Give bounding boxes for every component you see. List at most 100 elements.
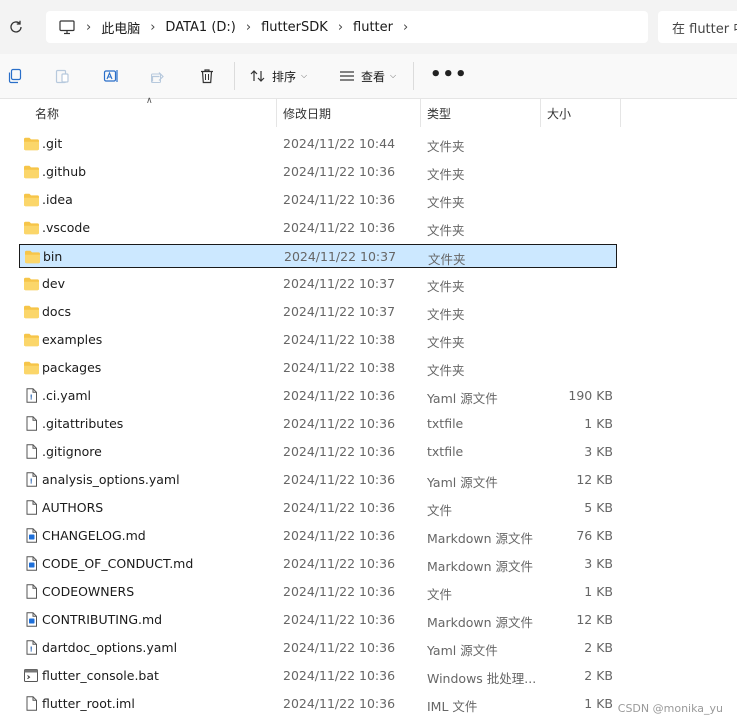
file-row[interactable]: packages 2024/11/22 10:38 文件夹	[19, 356, 617, 380]
file-row[interactable]: .git 2024/11/22 10:44 文件夹	[19, 132, 617, 156]
file-type: 文件夹	[427, 139, 465, 154]
file-row[interactable]: ! analysis_options.yaml 2024/11/22 10:36 Ya…	[19, 468, 617, 492]
folder-icon	[23, 164, 40, 179]
file-type: Markdown 源文件	[427, 615, 534, 630]
file-type: 文件	[427, 587, 453, 602]
more-options-button[interactable]: •••	[430, 64, 468, 85]
file-type: Yaml 源文件	[427, 643, 498, 658]
file-size: 5 KB	[584, 500, 613, 515]
file-modified-date: 2024/11/22 10:36	[283, 696, 396, 711]
column-divider[interactable]	[620, 99, 621, 127]
copy-button[interactable]	[4, 65, 26, 87]
file-modified-date: 2024/11/22 10:36	[283, 192, 396, 207]
markdown-file-icon	[23, 556, 40, 571]
chevron-right-icon[interactable]: ›	[403, 20, 408, 35]
view-icon	[340, 71, 354, 81]
column-header-name-label: 名称	[35, 106, 60, 121]
file-icon	[23, 444, 40, 459]
delete-button[interactable]	[196, 65, 218, 87]
sort-button[interactable]: 排序 ⌵	[250, 64, 307, 88]
command-bar: 排序 ⌵ 查看 ⌵ •••	[0, 54, 737, 99]
file-type: Windows 批处理...	[427, 671, 537, 686]
toolbar-divider	[413, 62, 414, 90]
search-input[interactable]: 在 flutter 中搜索	[658, 11, 737, 43]
file-modified-date: 2024/11/22 10:36	[283, 612, 396, 627]
chevron-right-icon[interactable]: ›	[86, 20, 91, 35]
file-row[interactable]: CODE_OF_CONDUCT.md 2024/11/22 10:36 Markdo…	[19, 552, 617, 576]
file-modified-date: 2024/11/22 10:37	[283, 276, 396, 291]
file-icon	[23, 696, 40, 711]
column-header-size[interactable]: 大小	[547, 99, 619, 127]
file-row[interactable]: ! .ci.yaml 2024/11/22 10:36 Yaml 源文件 190 KB	[19, 384, 617, 408]
breadcrumb-item-this-pc[interactable]: 此电脑	[101, 18, 140, 37]
file-modified-date: 2024/11/22 10:36	[283, 500, 396, 515]
yaml-file-icon: !	[23, 472, 40, 487]
file-size: 12 KB	[576, 612, 613, 627]
column-header-name[interactable]: 名称	[35, 99, 275, 127]
file-row[interactable]: dev 2024/11/22 10:37 文件夹	[19, 272, 617, 296]
file-row[interactable]: .gitignore 2024/11/22 10:36 txtfile 3 KB	[19, 440, 617, 464]
chevron-right-icon[interactable]: ›	[150, 20, 155, 35]
column-divider[interactable]	[540, 99, 541, 127]
breadcrumb-item-data1[interactable]: DATA1 (D:)	[165, 20, 235, 35]
folder-icon	[23, 360, 40, 375]
file-name: analysis_options.yaml	[42, 472, 180, 487]
file-name: .github	[42, 164, 87, 179]
file-row[interactable]: CODEOWNERS 2024/11/22 10:36 文件 1 KB	[19, 580, 617, 604]
paste-button[interactable]	[51, 65, 73, 87]
column-divider[interactable]	[420, 99, 421, 127]
breadcrumb[interactable]: › 此电脑 › DATA1 (D:) › flutterSDK › flutte…	[46, 11, 648, 43]
file-type: IML 文件	[427, 699, 478, 714]
view-button[interactable]: 查看 ⌵	[339, 64, 396, 88]
file-row[interactable]: .vscode 2024/11/22 10:36 文件夹	[19, 216, 617, 240]
breadcrumb-item-fluttersdk[interactable]: flutterSDK	[261, 20, 328, 35]
file-name: dev	[42, 276, 66, 291]
folder-icon	[23, 304, 40, 319]
file-modified-date: 2024/11/22 10:36	[283, 164, 396, 179]
file-row[interactable]: docs 2024/11/22 10:37 文件夹	[19, 300, 617, 324]
folder-icon	[24, 249, 41, 264]
column-header-type[interactable]: 类型	[427, 99, 539, 127]
file-name: CHANGELOG.md	[42, 528, 146, 543]
file-row[interactable]: .idea 2024/11/22 10:36 文件夹	[19, 188, 617, 212]
markdown-file-icon	[23, 528, 40, 543]
svg-text:!: !	[30, 478, 33, 486]
file-row[interactable]: CHANGELOG.md 2024/11/22 10:36 Markdown 源文件…	[19, 524, 617, 548]
file-name: .ci.yaml	[42, 388, 91, 403]
chevron-right-icon[interactable]: ›	[246, 20, 251, 35]
file-row[interactable]: .github 2024/11/22 10:36 文件夹	[19, 160, 617, 184]
yaml-file-icon: !	[23, 388, 40, 403]
rename-button[interactable]	[100, 65, 122, 87]
delete-icon	[201, 69, 213, 84]
file-type: 文件夹	[427, 335, 465, 350]
share-button[interactable]	[147, 65, 169, 87]
file-size: 12 KB	[576, 472, 613, 487]
file-row[interactable]: flutter_console.bat 2024/11/22 10:36 Windo…	[19, 664, 617, 688]
file-name: AUTHORS	[42, 500, 104, 515]
paste-icon	[55, 69, 69, 84]
file-row[interactable]: bin 2024/11/22 10:37 文件夹	[19, 244, 617, 268]
file-row[interactable]: ! dartdoc_options.yaml 2024/11/22 10:36 Yam…	[19, 636, 617, 660]
column-header-row: ∧ 名称 修改日期 类型 大小	[0, 96, 737, 127]
file-type: txtfile	[427, 444, 464, 459]
address-bar-area: › 此电脑 › DATA1 (D:) › flutterSDK › flutte…	[0, 0, 737, 54]
file-row[interactable]: AUTHORS 2024/11/22 10:36 文件 5 KB	[19, 496, 617, 520]
column-header-type-label: 类型	[427, 106, 452, 121]
refresh-button[interactable]	[5, 16, 27, 38]
breadcrumb-item-flutter[interactable]: flutter	[353, 20, 393, 35]
file-row[interactable]: CONTRIBUTING.md 2024/11/22 10:36 Markdown …	[19, 608, 617, 632]
file-row[interactable]: examples 2024/11/22 10:38 文件夹	[19, 328, 617, 352]
folder-icon	[23, 136, 40, 151]
this-pc-icon[interactable]	[58, 18, 76, 36]
file-row[interactable]: .gitattributes 2024/11/22 10:36 txtfile 1 K…	[19, 412, 617, 436]
file-type: 文件夹	[427, 195, 465, 210]
file-row[interactable]: flutter_root.iml 2024/11/22 10:36 IML 文件 1 …	[19, 692, 617, 716]
chevron-right-icon[interactable]: ›	[338, 20, 343, 35]
file-type: 文件夹	[427, 223, 465, 238]
column-divider[interactable]	[276, 99, 277, 127]
column-header-date[interactable]: 修改日期	[283, 99, 419, 127]
file-name: flutter_console.bat	[42, 668, 159, 683]
chevron-down-icon: ⌵	[301, 71, 308, 80]
file-modified-date: 2024/11/22 10:36	[283, 388, 396, 403]
file-type: 文件	[427, 503, 453, 518]
